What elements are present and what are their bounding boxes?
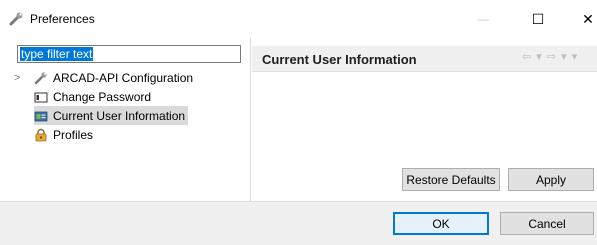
window-icon (34, 92, 48, 102)
close-icon: ✕ (582, 10, 594, 27)
user-card-icon (34, 111, 48, 121)
tree-item-profiles[interactable]: Profiles (34, 125, 93, 144)
tree-item-label: Current User Information (53, 108, 186, 123)
preferences-wrench-icon (9, 12, 23, 26)
maximize-button[interactable]: ☐ (515, 0, 561, 38)
history-navigation-icon[interactable]: ⇦ ▾ ⇨ ▾ ▾ (522, 50, 578, 63)
apply-button[interactable]: Apply (508, 168, 594, 191)
lock-icon (35, 128, 47, 141)
filter-input[interactable]: type filter text (17, 45, 241, 63)
tree-item-label: Profiles (53, 127, 94, 142)
window-title: Preferences (30, 12, 95, 26)
ok-button[interactable]: OK (393, 212, 489, 235)
tree-item-change-password[interactable]: Change Password (34, 87, 151, 106)
tree-item-arcad-api-configuration[interactable]: ARCAD-API Configuration (34, 68, 193, 87)
page-header: Current User Information ⇦ ▾ ⇨ ▾ ▾ (252, 46, 597, 72)
title-bar: Preferences — ☐ ✕ (0, 0, 597, 38)
minimize-icon: — (477, 12, 489, 26)
tree-item-current-user-information[interactable]: Current User Information (34, 106, 189, 125)
close-button[interactable]: ✕ (565, 0, 597, 38)
maximize-icon: ☐ (531, 10, 545, 27)
minimize-button[interactable]: — (460, 0, 506, 38)
wrench-icon (34, 71, 47, 84)
tree-item-label: Change Password (53, 89, 152, 104)
cancel-button[interactable]: Cancel (500, 212, 594, 235)
expand-chevron-icon[interactable]: > (14, 72, 20, 84)
page-title: Current User Information (262, 52, 417, 67)
filter-selected-text: type filter text (20, 47, 94, 61)
tree-item-label: ARCAD-API Configuration (53, 70, 194, 85)
restore-defaults-button[interactable]: Restore Defaults (402, 168, 500, 191)
